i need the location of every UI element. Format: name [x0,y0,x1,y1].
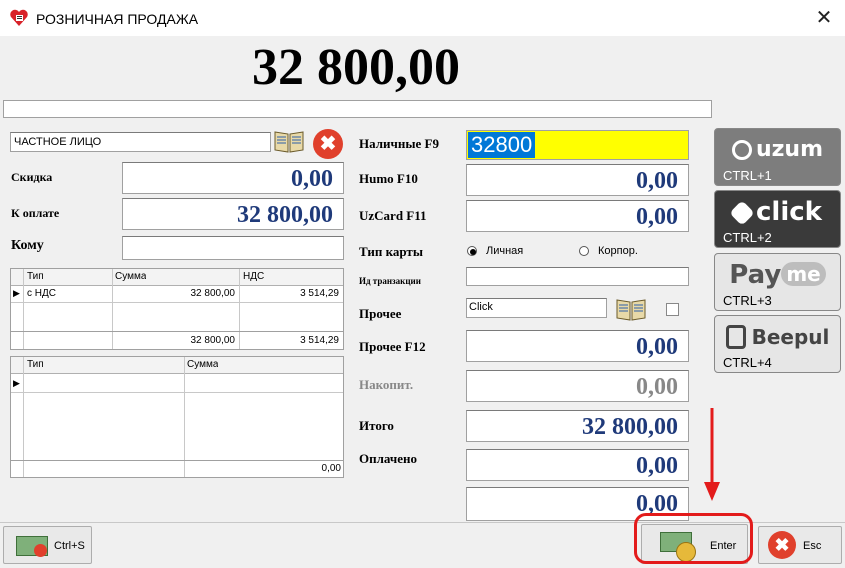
customer-field[interactable]: ЧАСТНОЕ ЛИЦО [10,132,271,152]
discount-label: Скидка [11,170,53,184]
tax-table-footer: 32 800,00 3 514,29 [11,332,343,348]
beepul-pay-button[interactable]: Beepul CTRL+4 [714,315,841,373]
uzum-logo-icon [731,140,752,160]
payme-logo: Pay me [715,260,840,290]
table-row[interactable]: ▶ с НДС 32 800,00 3 514,29 [11,286,343,302]
row-sum: 32 800,00 [190,288,236,299]
radio-corporate[interactable] [579,246,589,256]
enter-highlight-annotation [634,513,753,564]
cancel-icon: ✖ [768,531,796,559]
accumulated-field: 0,00 [466,370,689,402]
payments-table[interactable]: Тип Сумма ▶ 0,00 [10,356,344,478]
uzum-pay-button[interactable]: uzum CTRL+1 [714,128,841,186]
book-icon[interactable] [615,296,647,322]
radio-corporate-label[interactable]: Корпор. [598,245,638,257]
total-field: 32 800,00 [466,410,689,442]
transaction-field[interactable] [466,267,689,286]
total-display: 32 800,00 [252,39,460,96]
accumulated-label: Накопит. [359,377,414,392]
humo-field[interactable]: 0,00 [466,164,689,196]
radio-personal[interactable] [467,246,477,256]
uzcard-label: UzCard F11 [359,208,427,223]
to-pay-label: К оплате [11,206,60,220]
other-field[interactable]: Click [466,298,607,318]
payments-footer-sum: 0,00 [321,463,341,474]
tax-table-header: Тип Сумма НДС [11,269,343,286]
book-icon[interactable] [273,128,305,154]
humo-label: Humo F10 [359,171,418,186]
beepul-logo-icon [725,325,746,349]
click-logo: click [715,197,840,227]
row-pointer-icon: ▶ [13,378,20,388]
title-bar: РОЗНИЧНАЯ ПРОДАЖА ✕ [0,0,845,36]
column-header-sum[interactable]: Сумма [187,357,218,372]
esc-label: Esc [803,540,822,552]
uzum-shortcut: CTRL+1 [723,168,772,183]
click-logo-icon [729,200,755,226]
column-header-type[interactable]: Тип [27,357,44,372]
cash-label: Наличные F9 [359,136,439,151]
close-icon[interactable]: ✕ [812,6,836,30]
discount-field[interactable]: 0,00 [122,162,344,194]
clear-customer-icon[interactable]: ✖ [313,129,343,159]
uzcard-field[interactable]: 0,00 [466,200,689,232]
column-header-vat[interactable]: НДС [243,269,264,284]
ctrl-s-label: Ctrl+S [54,540,85,552]
ctrl-s-button[interactable]: Ctrl+S [3,526,92,564]
payments-table-header: Тип Сумма [11,357,343,374]
cash-field[interactable]: 32800 [466,130,689,160]
row-vat: 3 514,29 [300,288,339,299]
footer-sum: 32 800,00 [190,335,236,346]
column-header-sum[interactable]: Сумма [115,269,146,284]
row-pointer-icon: ▶ [13,288,20,298]
info-line-field [3,100,712,118]
arrow-annotation [703,408,721,503]
radio-personal-label[interactable]: Личная [486,245,523,257]
other-value: Click [469,301,493,313]
transaction-label: Ид транзакции [359,276,421,286]
beepul-shortcut: CTRL+4 [723,355,772,370]
click-pay-button[interactable]: click CTRL+2 [714,190,841,248]
footer-vat: 3 514,29 [300,335,339,346]
payme-shortcut: CTRL+3 [723,293,772,308]
beepul-logo: Beepul [715,322,840,352]
uzum-logo: uzum [715,135,840,165]
paid-label: Оплачено [359,451,417,466]
to-whom-field[interactable] [122,236,344,260]
other-checkbox[interactable] [666,303,679,316]
total-label: Итого [359,418,394,433]
window-title: РОЗНИЧНАЯ ПРОДАЖА [36,11,199,27]
app-icon [9,9,29,27]
payme-pay-button[interactable]: Pay me CTRL+3 [714,253,841,311]
customer-value: ЧАСТНОЕ ЛИЦО [14,136,102,148]
row-type: с НДС [27,288,56,299]
other-label: Прочее [359,306,402,321]
paid-field: 0,00 [466,449,689,481]
cash-value: 32800 [468,132,536,158]
click-shortcut: CTRL+2 [723,230,772,245]
remove-badge-icon [34,544,47,557]
card-type-label: Тип карты [359,244,423,259]
other-f12-field[interactable]: 0,00 [466,330,689,362]
to-whom-label: Кому [11,238,44,253]
to-pay-field[interactable]: 32 800,00 [122,198,344,230]
esc-button[interactable]: ✖ Esc [758,526,842,564]
other-f12-label: Прочее F12 [359,339,426,354]
column-header-type[interactable]: Тип [27,269,44,284]
tax-table[interactable]: Тип Сумма НДС ▶ с НДС 32 800,00 3 514,29… [10,268,344,350]
